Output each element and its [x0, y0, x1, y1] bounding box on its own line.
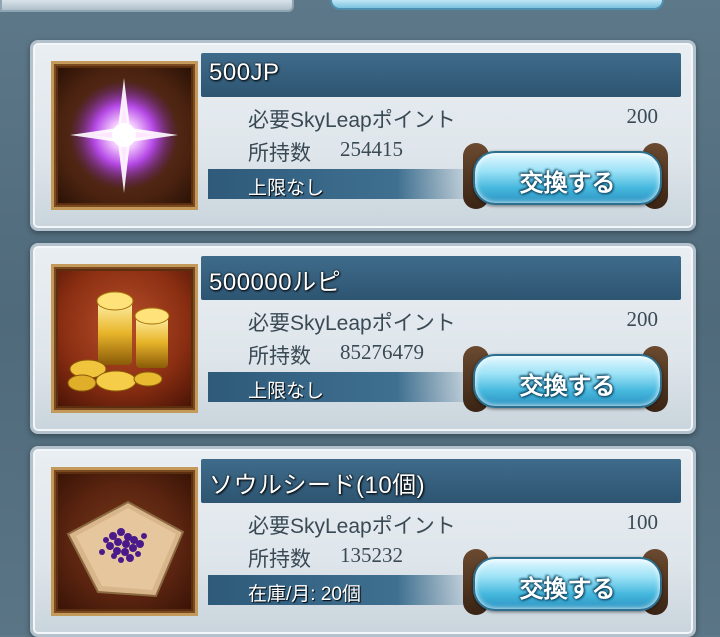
item-name-bar: ソウルシード(10個)	[201, 459, 681, 503]
owned-count-value: 135232	[340, 543, 403, 567]
owned-count-label: 所持数	[248, 142, 311, 165]
required-points-label: 必要SkyLeapポイント	[248, 312, 456, 335]
limit-text: 上限なし	[248, 178, 325, 199]
stock-text: 在庫/月: 20個	[248, 584, 361, 605]
button-body[interactable]: 交換する	[473, 354, 662, 408]
item-thumbnail	[51, 61, 198, 210]
button-body[interactable]: 交換する	[473, 557, 662, 611]
required-points-label: 必要SkyLeapポイント	[248, 109, 456, 132]
limit-bar: 上限なし	[208, 372, 478, 402]
owned-count-value: 85276479	[340, 340, 424, 364]
exchange-button[interactable]: 交換する	[463, 549, 668, 615]
item-name: 500JP	[209, 59, 280, 86]
previous-card-panel	[0, 0, 294, 12]
button-body[interactable]: 交換する	[473, 151, 662, 205]
owned-count-label: 所持数	[248, 548, 311, 571]
required-points-value: 200	[626, 307, 659, 331]
limit-bar: 上限なし	[208, 169, 478, 199]
required-points-row: 必要SkyLeapポイント 200	[248, 304, 659, 335]
exchange-button-label: 交換する	[519, 373, 616, 400]
limit-text: 上限なし	[248, 381, 325, 402]
item-name: 500000ルピ	[209, 269, 342, 296]
exchange-button[interactable]: 交換する	[463, 143, 668, 209]
exchange-item-card: 500JP 必要SkyLeapポイント 200 所持数 254415 上限なし …	[30, 40, 696, 231]
required-points-value: 200	[626, 104, 659, 128]
item-name: ソウルシード(10個)	[209, 472, 426, 499]
exchange-button[interactable]: 交換する	[463, 346, 668, 412]
exchange-button-label: 交換する	[519, 576, 616, 603]
exchange-button-label: 交換する	[519, 170, 616, 197]
owned-count-label: 所持数	[248, 345, 311, 368]
soul-seed-icon	[66, 500, 185, 598]
exchange-item-card: ソウルシード(10個) 必要SkyLeapポイント 100 所持数 135232…	[30, 446, 696, 637]
required-points-row: 必要SkyLeapポイント 100	[248, 507, 659, 538]
item-thumbnail	[51, 467, 198, 616]
gold-coins-icon	[67, 291, 170, 392]
exchange-item-card: 500000ルピ 必要SkyLeapポイント 200 所持数 85276479 …	[30, 243, 696, 434]
required-points-value: 100	[626, 510, 659, 534]
owned-count-value: 254415	[340, 137, 403, 161]
item-name-bar: 500000ルピ	[201, 256, 681, 300]
item-thumbnail	[51, 264, 198, 413]
purple-crystal-icon	[69, 78, 179, 193]
required-points-row: 必要SkyLeapポイント 200	[248, 101, 659, 132]
stock-bar: 在庫/月: 20個	[208, 575, 478, 605]
previous-card-edge	[0, 0, 720, 22]
required-points-label: 必要SkyLeapポイント	[248, 515, 456, 538]
previous-exchange-button[interactable]	[330, 0, 664, 10]
item-name-bar: 500JP	[201, 53, 681, 97]
